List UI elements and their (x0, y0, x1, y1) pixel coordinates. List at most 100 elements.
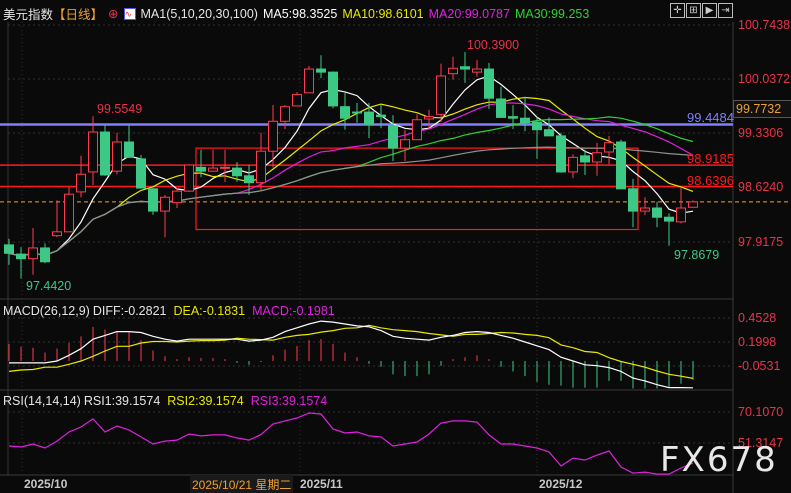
move-right-icon[interactable]: ⇥ (718, 3, 733, 18)
low-annotation-left: 97.4420 (26, 279, 72, 293)
diff-value: DIFF:-0.2821 (92, 304, 167, 318)
date-tick: 2025/12 (539, 477, 583, 491)
candle-up (88, 131, 98, 173)
candle-down (652, 207, 662, 218)
crosshair-icon[interactable]: ✛ (670, 3, 685, 18)
candle-down (664, 216, 674, 222)
current-price-label: 99.7732 (733, 100, 791, 118)
macd-value: MACD:-0.1981 (252, 304, 335, 318)
candle-up (208, 167, 218, 172)
candle-down (496, 98, 506, 118)
candle-down (244, 175, 254, 184)
candle-up (676, 207, 686, 223)
macd-params[interactable]: MACD(26,12,9) (3, 304, 90, 318)
chart-window[interactable]: 美元指数 【日线】 ⊕ ∿ MA1(5,10,20,30,100) MA5:98… (0, 0, 791, 493)
blue-level-label: 99.4484 (687, 110, 734, 125)
candle-down (340, 106, 350, 119)
rsi-legend: RSI(14,14,14) RSI1:39.1574 RSI2:39.1574 … (3, 394, 327, 408)
price-tick: 98.6240 (738, 180, 784, 194)
candle-up (184, 164, 194, 192)
candle-up (268, 120, 278, 152)
candle-up (436, 75, 446, 115)
candle-up (76, 173, 86, 193)
candle-down (544, 129, 554, 137)
date-tick: 2025/11 (300, 477, 343, 491)
candle-up (160, 196, 170, 212)
instrument-title: 美元指数 (3, 8, 54, 22)
step-forward-icon[interactable]: ▶ (702, 3, 717, 18)
price-chart[interactable] (0, 0, 791, 493)
period-label[interactable]: 【日线】 (53, 4, 103, 23)
ma5-value: MA5:98.3525 (262, 6, 338, 21)
low-annotation-right: 97.8679 (674, 248, 720, 262)
ma30-value: MA30:99.253 (514, 6, 590, 21)
candle-down (532, 121, 542, 131)
candle-down (232, 167, 242, 177)
candle-down (100, 131, 110, 176)
ma20-line (8, 102, 694, 257)
ma10-value: MA10:98.6101 (342, 6, 424, 21)
rsi1-value: RSI1:39.1574 (83, 394, 161, 408)
candle-down (4, 244, 14, 254)
rsi3-value: RSI3:39.1574 (250, 394, 328, 408)
candle-up (472, 68, 482, 73)
chart-header: 美元指数 【日线】 ⊕ ∿ MA1(5,10,20,30,100) MA5:98… (3, 4, 589, 23)
candle-down (364, 111, 374, 125)
crosshair-toggle-icon[interactable]: ⊕ (108, 6, 118, 21)
red-level-label: 98.6396 (687, 173, 734, 188)
price-tick: 100.0372 (738, 72, 791, 86)
red-level-label: 98.9185 (687, 151, 734, 166)
candle-down (460, 66, 470, 70)
candle-down (376, 114, 386, 118)
macd-tick: 0.1998 (738, 335, 777, 349)
candle-down (508, 116, 518, 119)
macd-tick: 0.4528 (738, 311, 777, 325)
dea-value: DEA:-0.1831 (173, 304, 246, 318)
candle-down (148, 188, 158, 212)
date-tick: 2025/10 (24, 477, 68, 491)
candle-up (220, 166, 230, 169)
candle-up (400, 139, 410, 149)
candle-down (352, 111, 362, 114)
price-tick: 97.9175 (738, 235, 784, 249)
candle-up (448, 67, 458, 75)
candle-up (568, 156, 578, 173)
indicator-chart-icon[interactable]: ∿ (123, 7, 136, 20)
diff-line (9, 320, 694, 389)
candle-up (604, 142, 614, 153)
macd-tick: -0.0531 (738, 359, 781, 373)
candle-up (412, 119, 422, 141)
candle-up (280, 106, 290, 122)
ma-params[interactable]: MA1(5,10,20,30,100) (141, 7, 258, 21)
candle-up (172, 190, 182, 204)
high-annotation-left: 99.5549 (97, 102, 143, 116)
candle-up (52, 231, 62, 237)
candle-down (316, 68, 326, 73)
ma20-value: MA20:99.0787 (428, 6, 510, 21)
candle-up (28, 247, 38, 260)
candle-down (520, 117, 530, 124)
rsi-tick: 70.1070 (738, 405, 784, 419)
watermark-logo: FX678 (660, 440, 778, 480)
candle-up (304, 68, 314, 94)
candle-down (196, 166, 206, 172)
candle-down (16, 253, 26, 260)
candle-up (424, 116, 434, 120)
candle-down (628, 188, 638, 212)
candle-up (64, 193, 74, 233)
candle-down (136, 158, 146, 189)
candle-up (112, 141, 122, 172)
candle-down (484, 68, 494, 99)
rsi-line (8, 412, 694, 475)
cursor-date: 2025/10/21 星期二 (190, 475, 294, 493)
candle-up (688, 201, 698, 208)
candle-up (292, 93, 302, 107)
candle-down (124, 141, 134, 158)
candle-down (328, 71, 338, 107)
zoom-in-icon[interactable]: ⊞ (686, 3, 701, 18)
candle-down (388, 125, 398, 149)
price-tick: 99.3306 (738, 126, 784, 140)
macd-legend: MACD(26,12,9) DIFF:-0.2821 DEA:-0.1831 M… (3, 304, 335, 318)
rsi-params[interactable]: RSI(14,14,14) (3, 394, 81, 408)
candle-up (256, 150, 266, 184)
